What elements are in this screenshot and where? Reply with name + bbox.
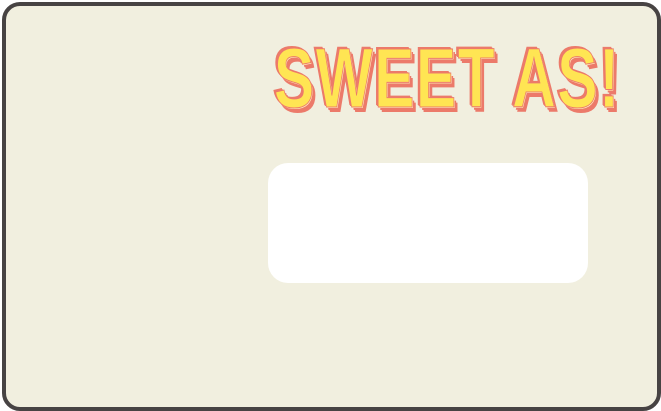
- blank-panel: [268, 163, 588, 283]
- headline: SWEET AS!: [274, 31, 621, 125]
- card: SWEET AS!: [2, 2, 661, 411]
